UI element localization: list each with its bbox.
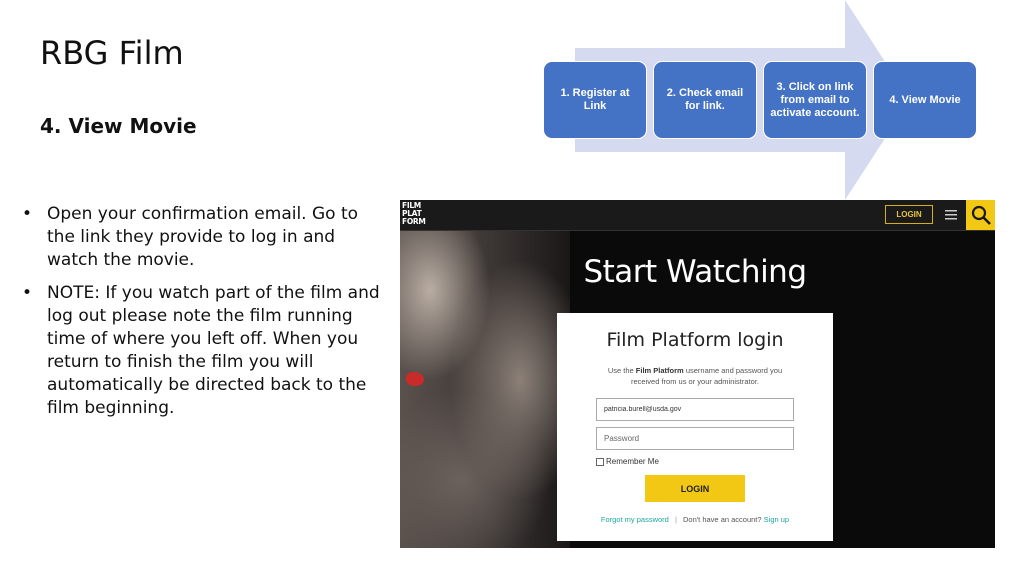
slide-subtitle: 4. View Movie bbox=[40, 114, 197, 138]
hero-image-detail bbox=[406, 372, 424, 386]
remember-me-checkbox[interactable] bbox=[596, 457, 604, 466]
login-card-description: Use the Film Platform username and passw… bbox=[595, 365, 795, 387]
logo-line: FORM bbox=[402, 217, 426, 226]
hero-title: Start Watching bbox=[583, 254, 807, 290]
login-card-footer: Forgot my password | Don't have an accou… bbox=[557, 515, 833, 524]
remember-me[interactable]: Remember Me bbox=[596, 457, 659, 466]
login-card: Film Platform login Use the Film Platfor… bbox=[557, 313, 833, 541]
instruction-list: Open your confirmation email. Go to the … bbox=[20, 203, 380, 430]
login-button[interactable]: LOGIN bbox=[645, 475, 745, 502]
step-register: 1. Register at Link bbox=[543, 61, 647, 139]
footer-divider: | bbox=[674, 515, 677, 524]
search-icon bbox=[971, 205, 991, 225]
film-platform-logo[interactable]: FILM PLAT FORM bbox=[402, 202, 428, 226]
hamburger-menu-icon[interactable] bbox=[945, 209, 957, 220]
step-check-email: 2. Check email for link. bbox=[653, 61, 757, 139]
top-nav-bar: FILM PLAT FORM LOGIN bbox=[400, 200, 995, 231]
no-account-text: Don't have an account? bbox=[682, 515, 762, 524]
slide-title: RBG Film bbox=[40, 34, 184, 72]
nav-login-button[interactable]: LOGIN bbox=[885, 205, 933, 224]
bullet-item: NOTE: If you watch part of the film and … bbox=[20, 282, 380, 420]
bullet-item: Open your confirmation email. Go to the … bbox=[20, 203, 380, 272]
search-button[interactable] bbox=[966, 200, 995, 230]
hero-image bbox=[400, 230, 570, 548]
step-view-movie: 4. View Movie bbox=[873, 61, 977, 139]
login-card-title: Film Platform login bbox=[606, 329, 784, 351]
film-platform-screenshot: FILM PLAT FORM LOGIN Start Watching Film… bbox=[400, 200, 995, 548]
password-field[interactable] bbox=[596, 427, 794, 450]
remember-me-label: Remember Me bbox=[606, 457, 659, 466]
sign-up-link[interactable]: Sign up bbox=[764, 515, 789, 524]
step-activate-account: 3. Click on link from email to activate … bbox=[763, 61, 867, 139]
forgot-password-link[interactable]: Forgot my password bbox=[601, 515, 669, 524]
email-field[interactable] bbox=[596, 398, 794, 421]
description-text: Use the bbox=[607, 366, 636, 375]
description-brand: Film Platform bbox=[635, 366, 684, 375]
